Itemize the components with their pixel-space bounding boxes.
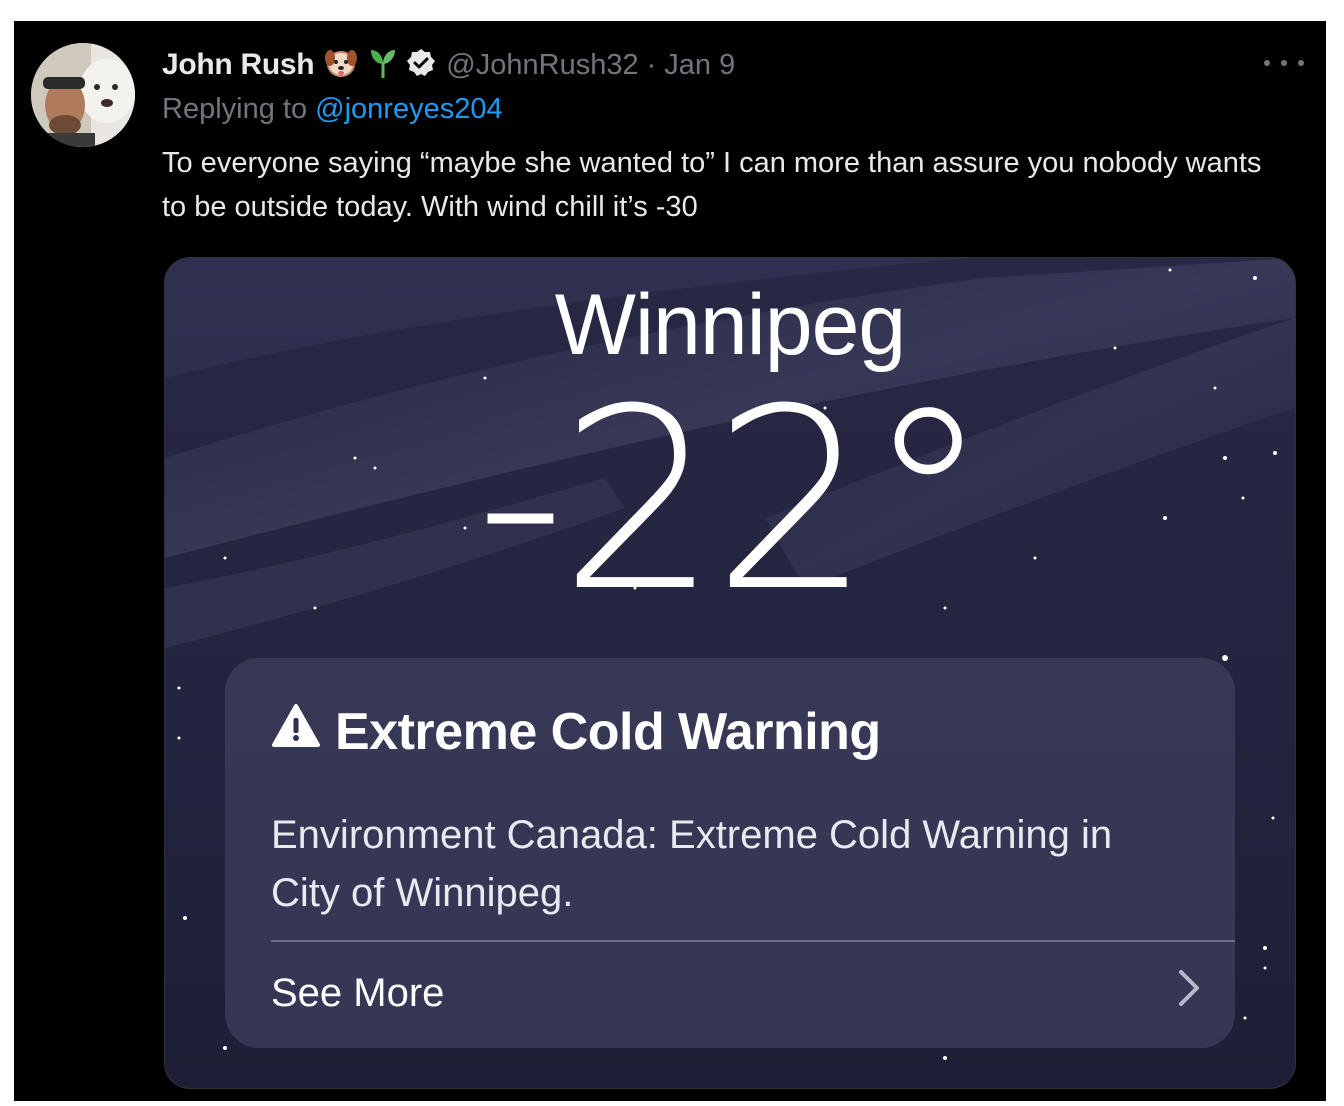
more-dot-icon [1281,60,1287,66]
avatar[interactable] [31,43,135,147]
more-dot-icon [1264,60,1270,66]
see-more-label: See More [271,970,445,1015]
weather-alert-card[interactable]: Extreme Cold Warning Environment Canada:… [225,658,1235,1048]
chevron-right-icon [1177,968,1201,1018]
alert-body: Environment Canada: Extreme Cold Warning… [271,813,1113,915]
temperature: -22° [475,355,990,646]
tweet[interactable]: John Rush @JohnRush32 · Jan 9 Replying t… [14,21,1326,1101]
seedling-icon [368,46,398,85]
see-more-button[interactable]: See More [271,958,1201,1028]
dog-face-icon [324,47,358,84]
divider [271,940,1235,942]
verified-badge-icon [406,48,436,83]
separator: · [646,48,657,81]
display-name[interactable]: John Rush [162,48,315,82]
replying-to-link[interactable]: @jonreyes204 [315,93,502,125]
timestamp[interactable]: Jan 9 [664,49,735,82]
alert-title-row: Extreme Cold Warning [271,702,881,762]
more-dot-icon [1298,60,1304,66]
alert-title: Extreme Cold Warning [335,703,881,761]
replying-to: Replying to @jonreyes204 [162,93,503,126]
tweet-header: John Rush @JohnRush32 · Jan 9 [162,45,735,85]
handle[interactable]: @JohnRush32 [446,49,638,82]
tweet-text: To everyone saying “maybe she wanted to”… [162,147,1262,223]
more-options-button[interactable] [1264,51,1304,75]
warning-triangle-icon [271,702,321,762]
replying-prefix: Replying to [162,93,308,125]
tweet-media[interactable]: Winnipeg -22° Extreme Cold Warning Envir… [164,257,1296,1089]
